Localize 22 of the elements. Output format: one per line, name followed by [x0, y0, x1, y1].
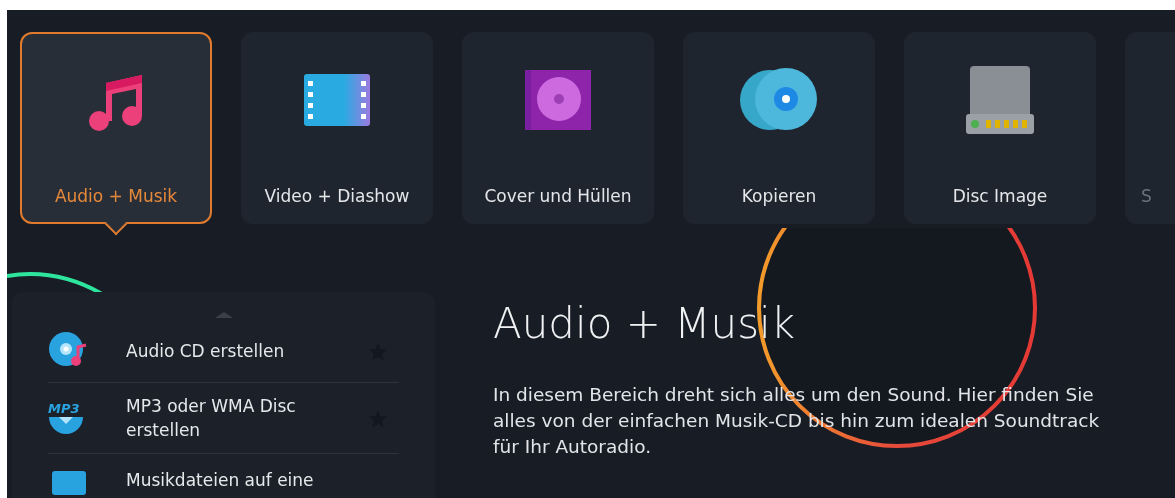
- scroll-up-icon[interactable]: [214, 312, 233, 318]
- menu-item-label: Audio CD erstellen: [126, 340, 286, 363]
- menu-item-label: MP3 oder WMA Disc erstellen: [126, 395, 297, 442]
- category-tile[interactable]: Cover und Hüllen: [462, 32, 654, 224]
- menu-item[interactable]: Audio CD erstellen: [48, 320, 399, 382]
- discs-icon: [740, 68, 818, 132]
- menu-item[interactable]: Musikdateien auf eine: [48, 453, 399, 498]
- category-tile[interactable]: Kopieren: [683, 32, 875, 224]
- menu-item[interactable]: MP3 MP3 oder WMA Disc erstellen: [48, 382, 399, 453]
- category-label: Cover und Hüllen: [484, 185, 632, 208]
- film-strip-icon: [304, 74, 370, 126]
- disc-case-icon: [525, 70, 591, 130]
- mp3-label: MP3: [48, 402, 80, 416]
- category-label: Kopieren: [741, 185, 817, 208]
- category-label: Audio + Musik: [54, 185, 178, 208]
- category-tile[interactable]: Video + Diashow: [241, 32, 433, 224]
- menu-item-label: Musikdateien auf eine: [126, 469, 315, 492]
- category-tile[interactable]: Disc Image: [904, 32, 1096, 224]
- category-label: Video + Diashow: [264, 185, 410, 208]
- category-label: Disc Image: [952, 185, 1048, 208]
- category-label: S: [1140, 185, 1152, 208]
- hard-drive-icon: [966, 66, 1034, 134]
